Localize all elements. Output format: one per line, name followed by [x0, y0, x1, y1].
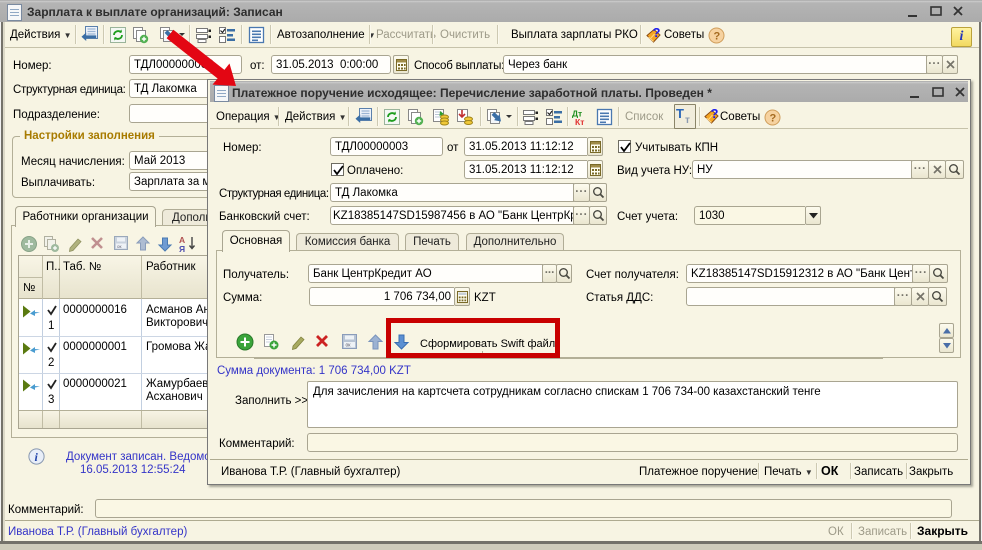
svg-text:?: ? [770, 113, 777, 125]
svg-text:Кт: Кт [575, 117, 584, 126]
svg-text:Я: Я [179, 244, 185, 253]
svg-text:ок: ок [117, 244, 122, 249]
svg-text:Т: Т [676, 106, 684, 121]
svg-text:ок: ок [346, 343, 352, 349]
svg-text:?: ? [711, 107, 719, 121]
svg-text:т: т [685, 115, 690, 125]
svg-text:?: ? [653, 26, 661, 40]
svg-text:?: ? [714, 31, 721, 43]
